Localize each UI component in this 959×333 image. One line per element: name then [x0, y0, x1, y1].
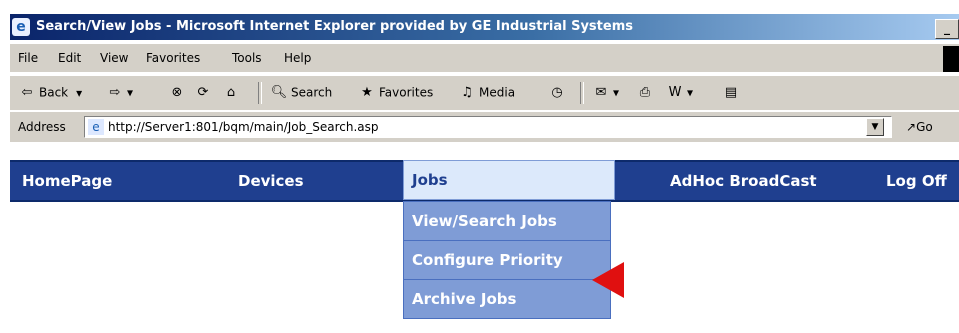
go-label: Go: [916, 120, 933, 134]
window-title: Search/View Jobs - Microsoft Internet Ex…: [36, 19, 633, 34]
submenu-archive-jobs[interactable]: Archive Jobs: [404, 280, 610, 318]
red-pointer-arrow-icon: [592, 262, 624, 298]
nav-homepage[interactable]: HomePage: [22, 172, 112, 190]
edit-dropdown-icon[interactable]: ▾: [687, 86, 693, 100]
search-icon: 🔍︎: [270, 85, 288, 100]
menu-tools[interactable]: Tools: [232, 51, 262, 65]
menu-favorites[interactable]: Favorites: [146, 51, 200, 65]
submenu-configure-priority[interactable]: Configure Priority: [404, 241, 610, 280]
go-button[interactable]: ↗Go: [906, 120, 933, 134]
page-content: HomePage Devices AdHoc BroadCast Log Off…: [10, 148, 959, 333]
favorites-button[interactable]: ★ Favorites: [358, 85, 433, 101]
history-icon: ◷: [551, 85, 563, 100]
forward-button[interactable]: ⇨ ▾: [106, 85, 133, 101]
mail-icon: ✉: [595, 85, 607, 100]
submenu-view-search-jobs[interactable]: View/Search Jobs: [404, 202, 610, 241]
menu-bar: File Edit View Favorites Tools Help: [10, 44, 959, 72]
menu-help[interactable]: Help: [284, 51, 311, 65]
menu-file[interactable]: File: [18, 51, 38, 65]
print-icon: ⎙: [639, 85, 651, 100]
search-button[interactable]: 🔍︎ Search: [270, 85, 333, 101]
menu-view[interactable]: View: [100, 51, 128, 65]
menu-edit[interactable]: Edit: [58, 51, 81, 65]
stop-button[interactable]: ⊗: [168, 85, 189, 101]
discuss-button[interactable]: ▤: [722, 85, 743, 101]
print-button[interactable]: ⎙: [636, 85, 657, 101]
stop-icon: ⊗: [171, 85, 183, 100]
word-edit-icon: W: [668, 85, 682, 100]
address-input[interactable]: e http://Server1:801/bqm/main/Job_Search.…: [84, 116, 892, 138]
address-dropdown-button[interactable]: ▼: [866, 118, 884, 136]
address-label: Address: [18, 120, 66, 134]
title-bar: e Search/View Jobs - Microsoft Internet …: [10, 14, 959, 40]
mail-button[interactable]: ✉ ▾: [592, 85, 619, 101]
ie-throbber-panel: [943, 46, 959, 72]
toolbar-separator: [580, 82, 584, 104]
refresh-icon: ⟳: [197, 85, 209, 100]
forward-arrow-icon: ⇨: [109, 85, 121, 100]
back-label: Back: [39, 85, 69, 100]
favorites-icon: ★: [361, 85, 373, 100]
page-icon: e: [88, 119, 104, 135]
history-button[interactable]: ◷: [548, 85, 569, 101]
minimize-button[interactable]: _: [935, 19, 959, 39]
internet-explorer-icon: e: [12, 18, 30, 36]
favorites-label: Favorites: [379, 85, 434, 100]
nav-log-off[interactable]: Log Off: [886, 172, 947, 190]
search-label: Search: [291, 85, 333, 100]
mail-dropdown-icon[interactable]: ▾: [613, 86, 619, 100]
back-arrow-icon: ⇦: [21, 85, 33, 100]
forward-dropdown-icon[interactable]: ▾: [127, 86, 133, 100]
address-url: http://Server1:801/bqm/main/Job_Search.a…: [108, 120, 379, 134]
back-button[interactable]: ⇦ Back ▾: [18, 85, 83, 101]
toolbar-separator: [258, 82, 262, 104]
nav-devices[interactable]: Devices: [238, 172, 304, 190]
media-button[interactable]: ♫ Media: [458, 85, 515, 101]
media-icon: ♫: [461, 85, 473, 100]
nav-adhoc-broadcast[interactable]: AdHoc BroadCast: [670, 172, 817, 190]
address-bar: Address e http://Server1:801/bqm/main/Job…: [10, 112, 959, 142]
go-arrow-icon: ↗: [906, 120, 917, 134]
home-icon: ⌂: [226, 85, 236, 100]
nav-jobs[interactable]: Jobs: [403, 160, 615, 200]
edit-button[interactable]: W ▾: [666, 85, 693, 101]
home-button[interactable]: ⌂: [222, 85, 243, 101]
media-label: Media: [479, 85, 516, 100]
jobs-submenu: View/Search Jobs Configure Priority Arch…: [403, 201, 611, 319]
back-dropdown-icon[interactable]: ▾: [76, 86, 82, 100]
standard-toolbar: ⇦ Back ▾ ⇨ ▾ ⊗ ⟳ ⌂ 🔍︎ Search ★ Favorites ♫ Med…: [10, 76, 959, 110]
discuss-icon: ▤: [724, 85, 738, 100]
refresh-button[interactable]: ⟳: [194, 85, 215, 101]
